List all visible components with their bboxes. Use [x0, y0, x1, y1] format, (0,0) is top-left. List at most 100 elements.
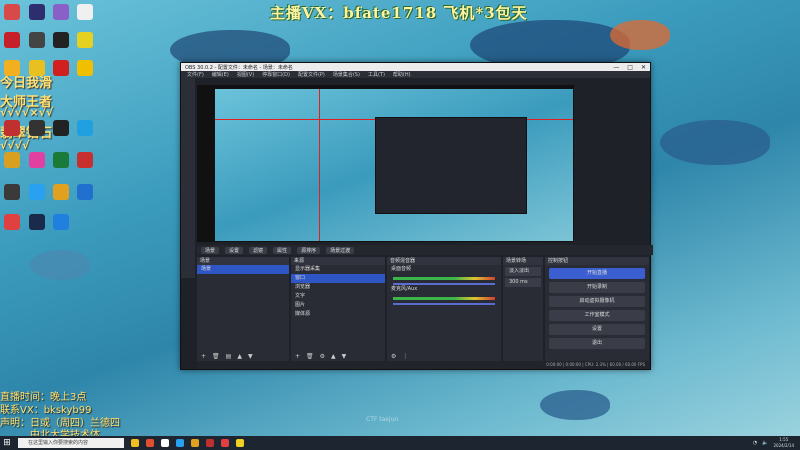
taskbar-app-icon[interactable] [161, 439, 169, 447]
app-icon[interactable] [4, 32, 20, 48]
app-icon[interactable] [77, 32, 93, 48]
start-streaming-button[interactable]: 开始直播 [549, 268, 645, 279]
scene-toolbar-button[interactable]: 场景 [201, 246, 220, 254]
menu-item[interactable]: 文件(F) [187, 71, 204, 78]
app-icon[interactable] [29, 4, 45, 20]
app-icon[interactable] [29, 32, 45, 48]
source-item[interactable]: 显示器采集 [291, 265, 385, 274]
app-icon[interactable] [77, 120, 93, 136]
clock[interactable]: 1:55 2024/2/14 [773, 437, 794, 449]
add-icon[interactable]: + [295, 353, 300, 360]
scene-toolbar-button[interactable]: 源排序 [297, 246, 321, 254]
app-icon[interactable] [77, 152, 93, 168]
taskbar-app-icon[interactable] [191, 439, 199, 447]
volume-meter [393, 277, 495, 280]
settings-button[interactable]: 设置 [549, 324, 645, 335]
source-item[interactable]: 文字 [291, 292, 385, 301]
app-icon[interactable] [4, 120, 20, 136]
more-icon[interactable]: ⋮ [402, 353, 408, 360]
trash-icon[interactable]: 🗑 [306, 353, 314, 360]
scene-item[interactable]: 场景 [197, 265, 289, 274]
down-icon[interactable]: ▼ [342, 353, 347, 360]
studio-mode-button[interactable]: 工作室模式 [549, 310, 645, 321]
controls-dock: 控制按钮 开始直播 开始录制 启动虚拟摄像机 工作室模式 设置 退出 [545, 257, 649, 361]
menu-item[interactable]: 场景集合(S) [333, 71, 360, 78]
app-icon[interactable] [77, 4, 93, 20]
app-icon[interactable] [77, 60, 93, 76]
scenes-dock: 场景 场景 + 🗑 ▤ ▲ ▼ [197, 257, 289, 361]
scene-toolbar-button[interactable]: 设置 [225, 246, 244, 254]
menu-item[interactable]: 编辑(E) [212, 71, 229, 78]
maximize-icon[interactable]: □ [627, 64, 633, 71]
app-icon[interactable] [77, 184, 93, 200]
app-icon[interactable] [53, 120, 69, 136]
app-icon[interactable] [53, 32, 69, 48]
source-item[interactable]: 窗口 [291, 274, 385, 283]
transition-select[interactable]: 淡入淡出 [505, 267, 541, 276]
app-icon[interactable] [4, 214, 20, 230]
close-icon[interactable]: ✕ [641, 64, 646, 71]
app-icon[interactable] [29, 60, 45, 76]
transition-duration[interactable]: 300 ms [505, 278, 541, 287]
stream-title-overlay: 主播VX：bfate1718 飞机*3包天 [270, 4, 528, 22]
app-icon[interactable] [53, 214, 69, 230]
app-icon[interactable] [29, 120, 45, 136]
app-icon[interactable] [53, 152, 69, 168]
menu-item[interactable]: 帮助(H) [393, 71, 411, 78]
volume-icon[interactable]: 🔈 [762, 440, 768, 446]
filter-icon[interactable]: ▤ [226, 353, 232, 360]
source-item[interactable]: 浏览器 [291, 283, 385, 292]
fish-decoration [30, 250, 90, 280]
obs-menubar: 文件(F) 编辑(E) 视图(V) 停靠窗口(D) 配置文件(P) 场景集合(S) 工具(T… [181, 71, 650, 78]
exit-button[interactable]: 退出 [549, 338, 645, 349]
up-icon[interactable]: ▲ [331, 353, 336, 360]
app-icon[interactable] [4, 4, 20, 20]
up-icon[interactable]: ▲ [237, 353, 242, 360]
minimize-icon[interactable]: — [613, 64, 619, 71]
menu-item[interactable]: 视图(V) [237, 71, 254, 78]
app-icon[interactable] [29, 152, 45, 168]
obs-preview[interactable] [197, 85, 574, 242]
volume-slider[interactable] [393, 303, 495, 305]
app-icon[interactable] [53, 60, 69, 76]
app-icon[interactable] [4, 184, 20, 200]
gear-icon[interactable]: ⚙ [391, 353, 396, 360]
taskbar-app-icon[interactable] [176, 439, 184, 447]
taskbar-app-icon[interactable] [206, 439, 214, 447]
gear-icon[interactable]: ⚙ [320, 353, 325, 360]
taskbar-app-icon[interactable] [146, 439, 154, 447]
taskbar-app-icon[interactable] [131, 439, 139, 447]
down-icon[interactable]: ▼ [248, 353, 253, 360]
virtual-camera-button[interactable]: 启动虚拟摄像机 [549, 296, 645, 307]
scene-toolbar-button[interactable]: 属性 [273, 246, 292, 254]
app-icon[interactable] [53, 184, 69, 200]
app-icon[interactable] [4, 60, 20, 76]
menu-item[interactable]: 停靠窗口(D) [262, 71, 290, 78]
overlay-line: √√√√×√√ [0, 106, 54, 119]
obs-status-bar: 0:00:00 | 0:00:00 | CPU: 2.3% | 60.00 / … [197, 361, 649, 369]
app-icon[interactable] [29, 184, 45, 200]
start-recording-button[interactable]: 开始录制 [549, 282, 645, 293]
scene-toolbar-button[interactable]: 滤镜 [249, 246, 268, 254]
start-button[interactable]: ⊞ [0, 436, 14, 450]
mixer-dock-footer: ⚙ ⋮ [387, 351, 501, 361]
scenes-dock-footer: + 🗑 ▤ ▲ ▼ [197, 351, 289, 361]
obs-title: OBS 30.0.2 - 配置文件：未命名 - 场景：未命名 [185, 64, 293, 71]
trash-icon[interactable]: 🗑 [212, 353, 220, 360]
menu-item[interactable]: 配置文件(P) [298, 71, 325, 78]
clock-date: 2024/2/14 [773, 443, 794, 448]
app-icon[interactable] [4, 152, 20, 168]
taskbar-app-icon[interactable] [221, 439, 229, 447]
add-icon[interactable]: + [201, 353, 206, 360]
taskbar-app-icon[interactable] [236, 439, 244, 447]
scene-toolbar-button[interactable]: 场景过渡 [326, 246, 355, 254]
source-item[interactable]: 图片 [291, 301, 385, 310]
menu-item[interactable]: 工具(T) [368, 71, 385, 78]
transitions-dock-title: 场景转场 [503, 257, 543, 265]
taskbar-search-input[interactable]: 在这里输入你要搜索的内容 [18, 438, 124, 448]
app-icon[interactable] [53, 4, 69, 20]
audio-mixer-dock: 音频混音器 桌面音频 麦克风/Aux ⚙ ⋮ [387, 257, 501, 361]
app-icon[interactable] [29, 214, 45, 230]
network-icon[interactable]: ◔ [753, 440, 757, 446]
source-item[interactable]: 媒体源 [291, 310, 385, 319]
